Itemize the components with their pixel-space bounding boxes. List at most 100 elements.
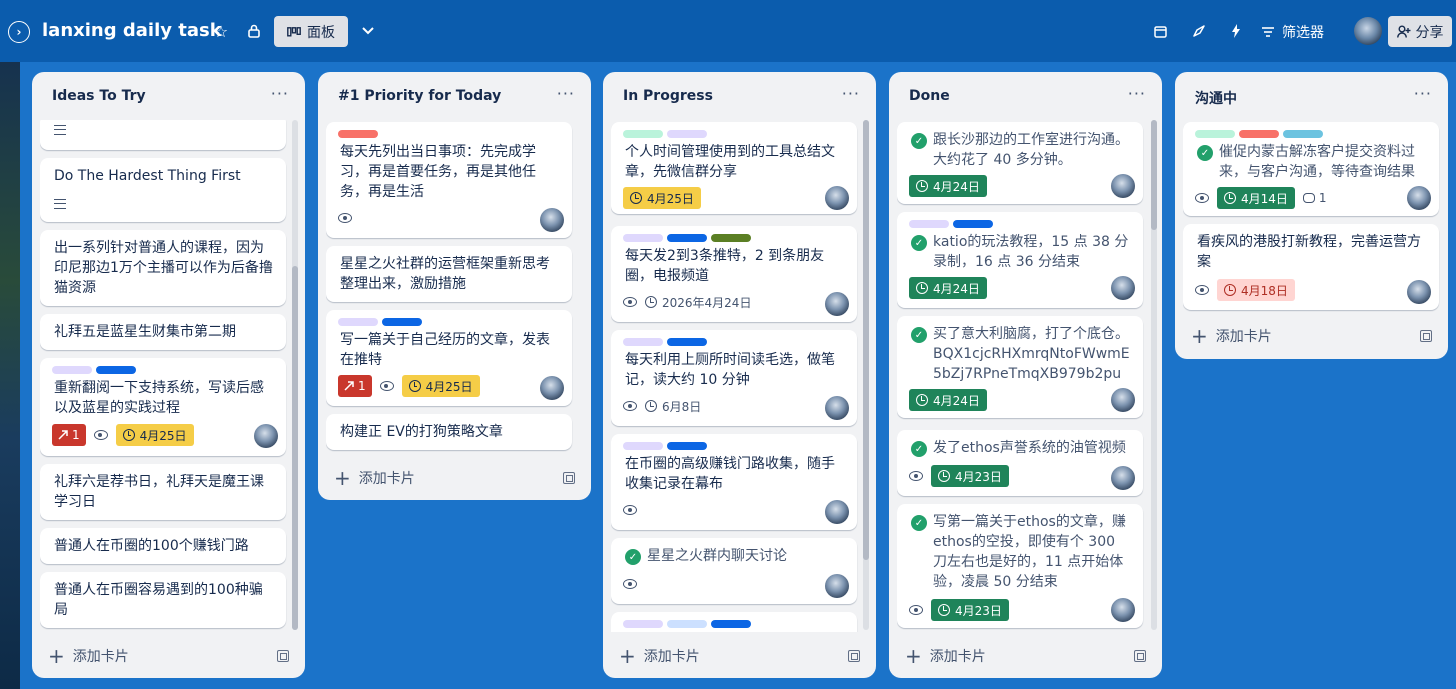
more-menu-icon[interactable]: ···	[557, 84, 575, 103]
card-member-avatar[interactable]	[1111, 388, 1135, 412]
card-member-avatar[interactable]	[1111, 598, 1135, 622]
card-member-avatar[interactable]	[1111, 466, 1135, 490]
list-card[interactable]: ✓ 跟长沙那边的工作室进行沟通。大约花了 40 多分钟。 4月24日	[897, 122, 1143, 204]
scrollbar-thumb[interactable]	[1151, 120, 1157, 230]
board-title[interactable]: lanxing daily task	[42, 20, 222, 41]
card-member-avatar[interactable]	[1111, 174, 1135, 198]
calendar-icon[interactable]	[1149, 20, 1171, 42]
list-card[interactable]: ✓ 发了ethos声誉系统的油管视频 4月23日	[897, 430, 1143, 496]
due-date-badge[interactable]: 4月25日	[115, 424, 194, 446]
complete-check-icon[interactable]: ✓	[1197, 145, 1213, 161]
more-menu-icon[interactable]: ···	[1128, 84, 1146, 103]
scrollbar-thumb[interactable]	[292, 266, 298, 630]
card-template-icon[interactable]	[1134, 650, 1146, 662]
list-card[interactable]: ✓ katio的玩法教程，15 点 38 分录制，16 点 36 分结束 4月2…	[897, 212, 1143, 308]
card-labels[interactable]	[338, 318, 422, 326]
add-card-button[interactable]: + 添加卡片	[905, 646, 986, 666]
list-card[interactable]: 出一系列针对普通人的课程，因为印尼那边1万个主播可以作为后备撸猫资源	[40, 230, 286, 306]
complete-check-icon[interactable]: ✓	[911, 133, 927, 149]
list-card[interactable]	[40, 120, 286, 150]
card-labels[interactable]	[909, 220, 993, 228]
complete-check-icon[interactable]: ✓	[911, 441, 927, 457]
sidebar-toggle-icon[interactable]: ›	[8, 21, 30, 43]
list-card[interactable]: 个人时间管理使用到的工具总结文章，先微信群分享 4月25日	[611, 122, 857, 214]
share-button[interactable]: 分享	[1388, 16, 1452, 47]
due-date-badge[interactable]: 4月18日	[1217, 279, 1295, 301]
lock-icon[interactable]	[243, 20, 265, 42]
add-card-button[interactable]: + 添加卡片	[334, 468, 415, 488]
list-card[interactable]: ✓ 买了意大利脑腐，打了个底仓。BQX1cjcRHXmrqNtoFWwmE5bZ…	[897, 316, 1143, 418]
card-member-avatar[interactable]	[540, 376, 564, 400]
card-member-avatar[interactable]	[1407, 280, 1431, 304]
list-card[interactable]: Do The Hardest Thing First	[40, 158, 286, 222]
scrollbar-thumb[interactable]	[863, 120, 869, 560]
due-date-badge[interactable]: 4月24日	[909, 277, 987, 299]
star-icon[interactable]: ☆	[210, 20, 232, 42]
card-member-avatar[interactable]	[1111, 276, 1135, 300]
complete-check-icon[interactable]: ✓	[625, 549, 641, 565]
list-card[interactable]: 每天先列出当日事项：先完成学习，再是首要任务，再是其他任务，再是生活	[326, 122, 572, 238]
list-scrollbar[interactable]	[863, 120, 869, 630]
card-labels[interactable]	[623, 130, 707, 138]
list-card[interactable]: 星星之火社群的运营框架重新思考整理出来，激励措施	[326, 246, 572, 302]
card-labels[interactable]	[1195, 130, 1323, 138]
automation-bolt-icon[interactable]	[1225, 20, 1247, 42]
filter-button[interactable]: 筛选器	[1262, 20, 1324, 44]
card-labels[interactable]	[52, 366, 136, 374]
card-labels[interactable]	[623, 338, 707, 346]
due-date-badge[interactable]: 4月23日	[931, 465, 1009, 487]
list-title[interactable]: 沟通中	[1195, 88, 1237, 108]
card-member-avatar[interactable]	[540, 208, 564, 232]
complete-check-icon[interactable]: ✓	[911, 515, 927, 531]
list-title[interactable]: In Progress	[623, 88, 713, 104]
more-menu-icon[interactable]: ···	[271, 84, 289, 103]
list-scrollbar[interactable]	[1151, 120, 1157, 630]
add-card-button[interactable]: + 添加卡片	[619, 646, 700, 666]
list-card[interactable]: ✓ 催促内蒙古解冻客户提交资料过来，与客户沟通，等待查询结果 4月14日 1	[1183, 122, 1439, 216]
card-labels[interactable]	[623, 620, 751, 628]
due-date-badge[interactable]: 6月8日	[645, 395, 701, 417]
due-date-badge[interactable]: 4月25日	[401, 375, 480, 397]
card-member-avatar[interactable]	[825, 186, 849, 210]
due-date-badge[interactable]: 4月24日	[909, 389, 987, 411]
list-card[interactable]: 普通人在币圈的100个赚钱门路	[40, 528, 286, 564]
due-date-badge[interactable]: 4月14日	[1217, 187, 1295, 209]
complete-check-icon[interactable]: ✓	[911, 327, 927, 343]
due-date-badge[interactable]: 4月25日	[623, 187, 701, 209]
list-scrollbar[interactable]	[292, 120, 298, 630]
card-member-avatar[interactable]	[825, 292, 849, 316]
board-view-button[interactable]: 面板	[274, 16, 348, 47]
more-menu-icon[interactable]: ···	[1414, 84, 1432, 103]
add-card-button[interactable]: + 添加卡片	[48, 646, 129, 666]
list-title[interactable]: Ideas To Try	[52, 88, 146, 104]
card-labels[interactable]	[338, 130, 378, 138]
list-title[interactable]: Done	[909, 88, 950, 104]
list-card[interactable]: 礼拜六是荐书日，礼拜天是魔王课学习日	[40, 464, 286, 520]
list-card[interactable]: 礼拜五是蓝星生财集市第二期	[40, 314, 286, 350]
complete-check-icon[interactable]: ✓	[911, 235, 927, 251]
list-card[interactable]: 在币圈的高级赚钱门路收集，随手收集记录在幕布	[611, 434, 857, 530]
list-card[interactable]	[611, 612, 857, 632]
list-card[interactable]: 看疾风的港股打新教程，完善运营方案 4月18日	[1183, 224, 1439, 310]
list-card[interactable]: 写一篇关于自己经历的文章，发表在推特 1 4月25日	[326, 310, 572, 406]
list-title[interactable]: #1 Priority for Today	[338, 88, 501, 104]
list-card[interactable]: 普通人在币圈容易遇到的100种骗局	[40, 572, 286, 628]
card-labels[interactable]	[623, 234, 751, 242]
card-member-avatar[interactable]	[1407, 186, 1431, 210]
due-date-badge[interactable]: 4月23日	[931, 599, 1009, 621]
rocket-icon[interactable]	[1188, 20, 1210, 42]
card-member-avatar[interactable]	[825, 574, 849, 598]
card-member-avatar[interactable]	[825, 396, 849, 420]
list-card[interactable]: ✓ 写第一篇关于ethos的文章，赚ethos的空投，即使有个 300 刀左右也…	[897, 504, 1143, 628]
list-card[interactable]: ✓ 星星之火群内聊天讨论	[611, 538, 857, 604]
card-template-icon[interactable]	[1420, 330, 1432, 342]
list-card[interactable]: 重新翻阅一下支持系统，写读后感以及蓝星的实践过程 1 4月25日	[40, 358, 286, 456]
due-date-badge[interactable]: 4月24日	[909, 175, 987, 197]
card-member-avatar[interactable]	[825, 500, 849, 524]
card-template-icon[interactable]	[563, 472, 575, 484]
card-labels[interactable]	[623, 442, 707, 450]
chevron-down-icon[interactable]	[357, 20, 379, 42]
list-card[interactable]: 每天发2到3条推特，2 到条朋友圈，电报频道 2026年4月24日	[611, 226, 857, 322]
list-card[interactable]: 构建正 EV的打狗策略文章	[326, 414, 572, 450]
card-template-icon[interactable]	[277, 650, 289, 662]
